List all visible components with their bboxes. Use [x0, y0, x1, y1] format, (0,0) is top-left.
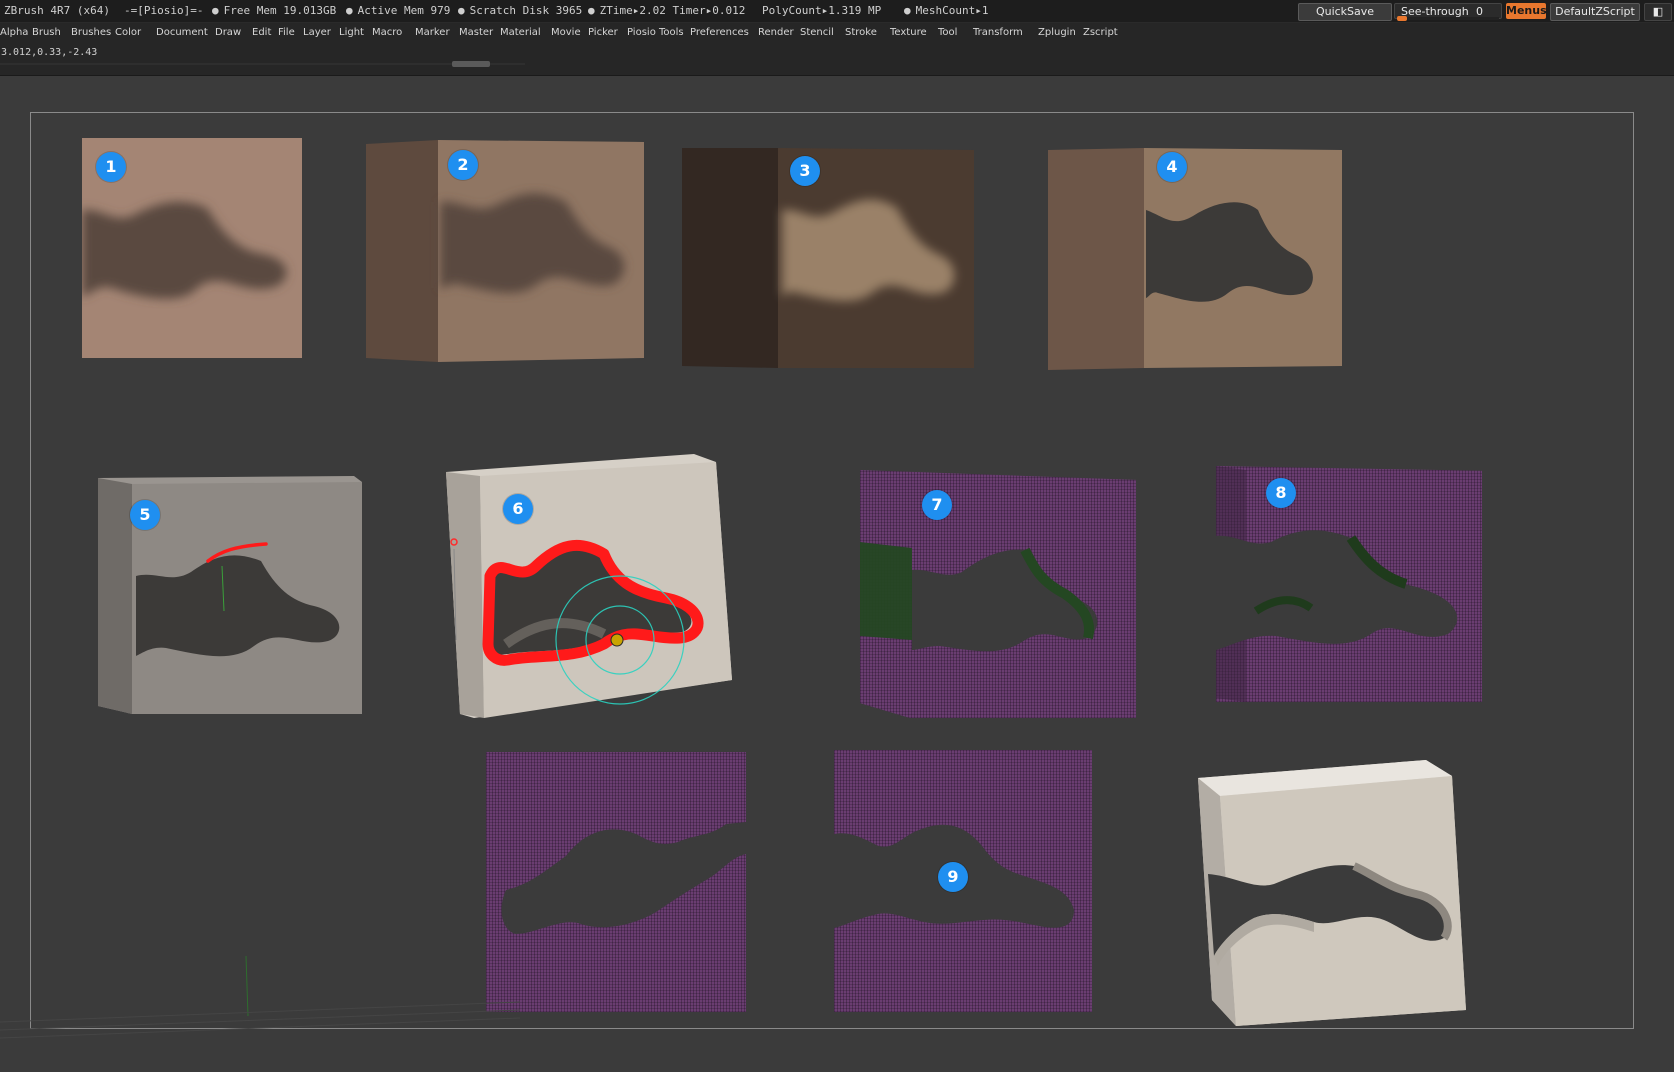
app-title: ZBrush 4R7 (x64): [4, 4, 110, 17]
menu-master[interactable]: Master: [459, 27, 493, 38]
menu-picker[interactable]: Picker: [588, 27, 618, 38]
step-badge-9: 9: [938, 862, 968, 892]
tile-6-curve-stroke[interactable]: [444, 454, 734, 720]
step-badge-2: 2: [448, 150, 478, 180]
menu-render[interactable]: Render: [758, 27, 794, 38]
shelf-track: [0, 63, 525, 65]
layout-toggle-icon[interactable]: ◧: [1644, 3, 1672, 21]
polycount-stat: PolyCount▸1.319 MP: [762, 4, 882, 17]
menu-edit[interactable]: Edit: [252, 27, 271, 38]
step-badge-4: 4: [1157, 152, 1187, 182]
bullet-icon: ●: [904, 4, 911, 17]
bullet-icon: ●: [588, 4, 595, 17]
menu-movie[interactable]: Movie: [551, 27, 581, 38]
see-through-slider[interactable]: See-through 0: [1394, 3, 1502, 21]
menu-marker[interactable]: Marker: [415, 27, 450, 38]
menu-light[interactable]: Light: [339, 27, 364, 38]
active-mem-stat: ● Active Mem 979: [346, 4, 451, 17]
default-zscript-button[interactable]: DefaultZScript: [1550, 3, 1640, 21]
tile-3-inverted-alpha[interactable]: [682, 148, 974, 368]
coordinates-readout: 3.012,0.33,-2.43: [1, 47, 98, 58]
step-badge-1: 1: [96, 152, 126, 182]
menu-transform[interactable]: Transform: [973, 27, 1023, 38]
menu-color[interactable]: Color: [115, 27, 141, 38]
menu-tool[interactable]: Tool: [938, 27, 957, 38]
tile-4-sharp-alpha[interactable]: [1048, 148, 1342, 370]
menu-brush[interactable]: Brush: [32, 27, 61, 38]
free-mem-stat: ● Free Mem 19.013GB: [212, 4, 337, 17]
menu-layer[interactable]: Layer: [303, 27, 331, 38]
meshcount-stat: ● MeshCount▸1: [904, 4, 989, 17]
tile-10-final-block[interactable]: [1194, 760, 1484, 1026]
menu-draw[interactable]: Draw: [215, 27, 241, 38]
bullet-icon: ●: [458, 4, 465, 17]
viewport-canvas[interactable]: 1 2 3 4 5 6 7 8 9: [0, 76, 1674, 1072]
tile-2-extruded-plane[interactable]: [366, 140, 644, 362]
step-badge-3: 3: [790, 156, 820, 186]
quicksave-button[interactable]: QuickSave: [1298, 3, 1392, 21]
menu-document[interactable]: Document: [156, 27, 208, 38]
shelf-scroll-handle[interactable]: [452, 61, 490, 67]
title-bar: ZBrush 4R7 (x64) -=[Piosio]=- ● Free Mem …: [0, 0, 1674, 23]
see-through-knob[interactable]: [1397, 16, 1407, 21]
ground-grid: [0, 955, 520, 1039]
bullet-icon: ●: [212, 4, 219, 17]
see-through-track: [1397, 17, 1499, 20]
menus-button[interactable]: Menus: [1506, 3, 1547, 19]
step-badge-5: 5: [130, 500, 160, 530]
menu-stencil[interactable]: Stencil: [800, 27, 834, 38]
menu-stroke[interactable]: Stroke: [845, 27, 877, 38]
step-badge-8: 8: [1266, 478, 1296, 508]
menu-macro[interactable]: Macro: [372, 27, 402, 38]
scratch-disk-stat: ● Scratch Disk 3965: [458, 4, 583, 17]
menu-alpha[interactable]: Alpha: [0, 27, 28, 38]
menu-bar: Alpha Brush Brushes Color Document Draw …: [0, 23, 1674, 45]
bullet-icon: ●: [346, 4, 353, 17]
menu-file[interactable]: File: [278, 27, 295, 38]
menu-texture[interactable]: Texture: [890, 27, 927, 38]
step-badge-7: 7: [922, 490, 952, 520]
step-badge-6: 6: [503, 494, 533, 524]
menu-zplugin[interactable]: Zplugin: [1038, 27, 1076, 38]
document-title: -=[Piosio]=-: [124, 4, 204, 17]
tile-7-dynamesh-subtract[interactable]: [860, 470, 1136, 718]
menu-zscript[interactable]: Zscript: [1083, 27, 1118, 38]
ztime-stat: ● ZTime▸2.02 Timer▸0.012: [588, 4, 746, 17]
menu-brushes[interactable]: Brushes: [71, 27, 111, 38]
menu-preferences[interactable]: Preferences: [690, 27, 749, 38]
menu-material[interactable]: Material: [500, 27, 541, 38]
tile-9a-split-mesh-left[interactable]: [486, 752, 746, 1012]
tile-8-dynamesh-result[interactable]: [1216, 466, 1482, 702]
menu-piosio-tools[interactable]: Piosio Tools: [627, 27, 684, 38]
info-bar: 3.012,0.33,-2.43: [0, 45, 1674, 76]
